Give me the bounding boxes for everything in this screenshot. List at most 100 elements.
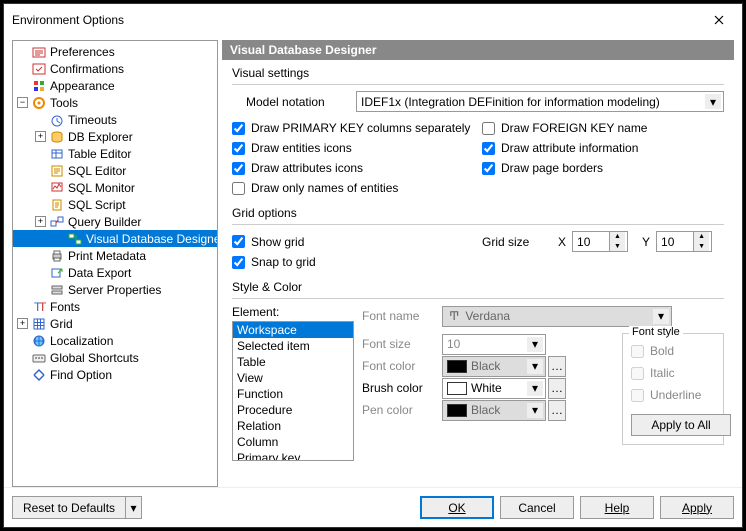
list-item[interactable]: Column <box>233 434 353 450</box>
list-item[interactable]: Function <box>233 386 353 402</box>
grid-options-group: Grid options <box>232 206 724 220</box>
tree-item-sql-editor[interactable]: SQL Editor <box>13 162 217 179</box>
tree-item-global-shortcuts[interactable]: Global Shortcuts <box>13 349 217 366</box>
apply-button[interactable]: Apply <box>660 496 734 519</box>
chevron-down-icon: ▾ <box>527 359 543 374</box>
check-draw-pk[interactable] <box>232 122 245 135</box>
list-item[interactable]: Primary key <box>233 450 353 461</box>
list-item[interactable]: Relation <box>233 418 353 434</box>
reset-main[interactable]: Reset to Defaults <box>12 496 126 519</box>
close-button[interactable] <box>704 10 734 30</box>
tree-item-label: Server Properties <box>68 283 161 297</box>
spin-up-icon[interactable]: ▲ <box>610 232 625 242</box>
tree-item-localization[interactable]: Localization <box>13 332 217 349</box>
font-icon: Ͳ <box>449 309 459 323</box>
tree-item-label: Fonts <box>50 300 80 314</box>
tree-item-print-metadata[interactable]: Print Metadata <box>13 247 217 264</box>
grid-x-input[interactable] <box>573 232 609 251</box>
notation-combo[interactable]: IDEF1x (Integration DEFinition for infor… <box>356 91 724 112</box>
tree-item-appearance[interactable]: Appearance <box>13 77 217 94</box>
check-attr-info[interactable] <box>482 142 495 155</box>
timeout-icon <box>49 112 65 128</box>
grid-x-label: X <box>558 235 566 249</box>
tree-item-timeouts[interactable]: Timeouts <box>13 111 217 128</box>
find-icon <box>31 367 47 383</box>
spin-up-icon[interactable]: ▲ <box>694 232 709 242</box>
tree-item-label: Appearance <box>50 79 115 93</box>
options-window: Environment Options Preferences Confirmat… <box>3 3 743 528</box>
qbuild-icon <box>49 214 65 230</box>
tree-item-sql-script[interactable]: SQL Script <box>13 196 217 213</box>
check-draw-fk[interactable] <box>482 122 495 135</box>
pen-color-more[interactable]: … <box>548 400 566 421</box>
grid-row-1: Show grid Grid size X ▲▼ Y ▲▼ <box>232 231 724 252</box>
list-item[interactable]: Table <box>233 354 353 370</box>
list-item[interactable]: View <box>233 370 353 386</box>
tree-item-query-builder[interactable]: +Query Builder <box>13 213 217 230</box>
check-bold <box>631 345 644 358</box>
element-listbox[interactable]: WorkspaceSelected itemTableViewFunctionP… <box>232 321 354 461</box>
tree-item-db-explorer[interactable]: + DB Explorer <box>13 128 217 145</box>
reset-defaults-button[interactable]: Reset to Defaults ▾ <box>12 496 142 519</box>
tree-item-visual-database-designer[interactable]: Visual Database Designer <box>13 230 217 247</box>
style-props: Font name Ͳ Verdana ▾ Font size <box>362 305 724 461</box>
tree-item-grid[interactable]: + Grid <box>13 315 217 332</box>
tree-item-fonts[interactable]: TTFonts <box>13 298 217 315</box>
tree-item-label: Grid <box>50 317 73 331</box>
brush-color-more[interactable]: … <box>548 378 566 399</box>
tree-toggle-icon[interactable]: + <box>35 131 46 142</box>
tree-toggle-icon[interactable]: + <box>17 318 28 329</box>
check-italic <box>631 367 644 380</box>
titlebar: Environment Options <box>4 4 742 36</box>
grid-y-label: Y <box>642 235 650 249</box>
tree-item-tools[interactable]: − Tools <box>13 94 217 111</box>
check-attr-icons[interactable] <box>232 162 245 175</box>
check-show-grid[interactable] <box>232 235 245 248</box>
content-area: Preferences Confirmations Appearance − Tools… <box>4 36 742 487</box>
tree-toggle-icon[interactable]: − <box>17 97 28 108</box>
tree-item-label: Data Export <box>68 266 131 280</box>
sqlmon-icon <box>49 180 65 196</box>
grid-x-spin[interactable]: ▲▼ <box>572 231 628 252</box>
spin-down-icon[interactable]: ▼ <box>610 242 625 252</box>
tree-item-label: Tools <box>50 96 78 110</box>
tree-toggle-icon[interactable]: + <box>35 216 46 227</box>
window-title: Environment Options <box>12 13 704 27</box>
grid-y-input[interactable] <box>657 232 693 251</box>
nav-tree[interactable]: Preferences Confirmations Appearance − Tools… <box>12 40 218 487</box>
list-item[interactable]: Procedure <box>233 402 353 418</box>
tree-item-label: Localization <box>50 334 113 348</box>
font-color-combo[interactable]: Black▾ <box>442 356 546 377</box>
check-only-names[interactable] <box>232 182 245 195</box>
tree-item-confirmations[interactable]: Confirmations <box>13 60 217 77</box>
export-icon <box>49 265 65 281</box>
list-item[interactable]: Selected item <box>233 338 353 354</box>
tree-item-sql-monitor[interactable]: SQL Monitor <box>13 179 217 196</box>
check-page-borders[interactable] <box>482 162 495 175</box>
help-button[interactable]: Help <box>580 496 654 519</box>
ok-button[interactable]: OK <box>420 496 494 519</box>
tree-item-server-properties[interactable]: Server Properties <box>13 281 217 298</box>
visual-checks: Draw PRIMARY KEY columns separately Draw… <box>232 118 724 198</box>
grid-icon <box>31 316 47 332</box>
check-snap-grid[interactable] <box>232 256 245 269</box>
font-name-combo[interactable]: Ͳ Verdana ▾ <box>442 306 672 327</box>
brush-color-combo[interactable]: White▾ <box>442 378 546 399</box>
reset-dropdown[interactable]: ▾ <box>126 496 142 519</box>
list-item[interactable]: Workspace <box>233 322 353 338</box>
apply-to-all-button[interactable]: Apply to All <box>631 414 731 436</box>
font-size-combo[interactable]: 10 ▾ <box>442 334 546 355</box>
cancel-button[interactable]: Cancel <box>500 496 574 519</box>
fonts-icon: TT <box>31 299 47 315</box>
grid-y-spin[interactable]: ▲▼ <box>656 231 712 252</box>
tree-item-find-option[interactable]: Find Option <box>13 366 217 383</box>
tree-item-table-editor[interactable]: Table Editor <box>13 145 217 162</box>
tree-item-data-export[interactable]: Data Export <box>13 264 217 281</box>
pen-color-combo[interactable]: Black▾ <box>442 400 546 421</box>
tree-item-preferences[interactable]: Preferences <box>13 43 217 60</box>
tree-item-label: Confirmations <box>50 62 124 76</box>
spin-down-icon[interactable]: ▼ <box>694 242 709 252</box>
check-ent-icons[interactable] <box>232 142 245 155</box>
tree-item-label: DB Explorer <box>68 130 133 144</box>
font-color-more[interactable]: … <box>548 356 566 377</box>
